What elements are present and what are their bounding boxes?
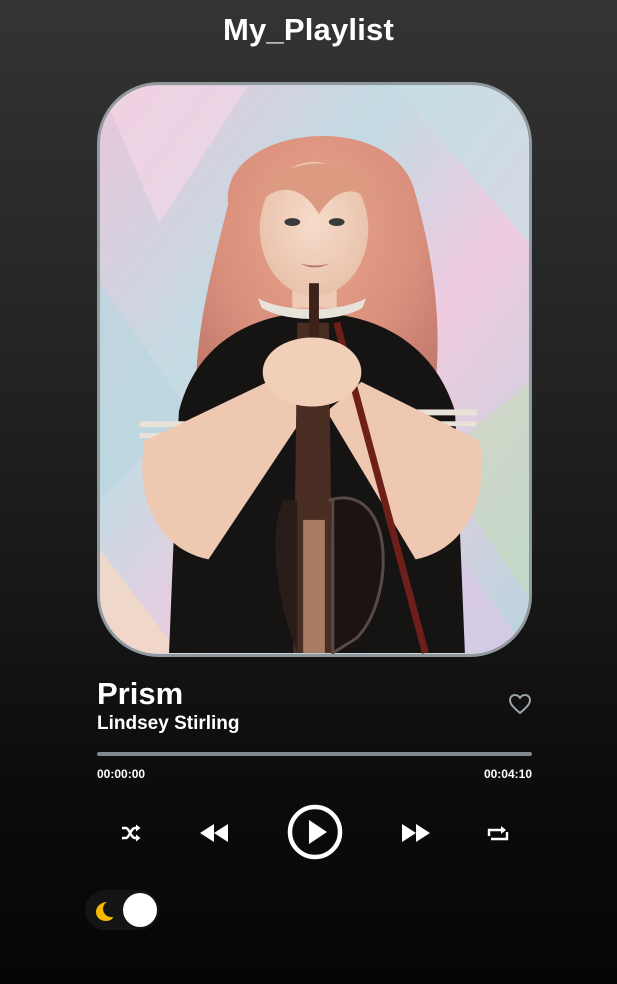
heart-icon [509, 694, 531, 714]
repeat-button[interactable] [484, 820, 512, 846]
shuffle-button[interactable] [118, 820, 144, 846]
next-button[interactable] [397, 818, 435, 848]
rewind-icon [200, 824, 228, 842]
moon-icon [96, 902, 114, 921]
play-button[interactable] [286, 803, 344, 861]
album-cover [97, 82, 532, 657]
shuffle-icon [122, 824, 141, 842]
current-time: 00:00:00 [97, 767, 146, 781]
toggle-knob [123, 893, 157, 927]
total-time: 00:04:10 [483, 767, 532, 781]
track-artist: Lindsey Stirling [97, 713, 240, 734]
repeat-icon [487, 826, 509, 841]
track-title: Prism [97, 676, 184, 711]
album-cover-image [100, 85, 529, 654]
like-button[interactable] [508, 693, 532, 715]
fast-forward-icon [402, 824, 430, 842]
theme-toggle[interactable] [85, 890, 159, 930]
progress-bar[interactable] [97, 752, 532, 756]
previous-button[interactable] [195, 818, 233, 848]
page-title: My_Playlist [222, 12, 395, 47]
play-circle-icon [287, 804, 343, 860]
